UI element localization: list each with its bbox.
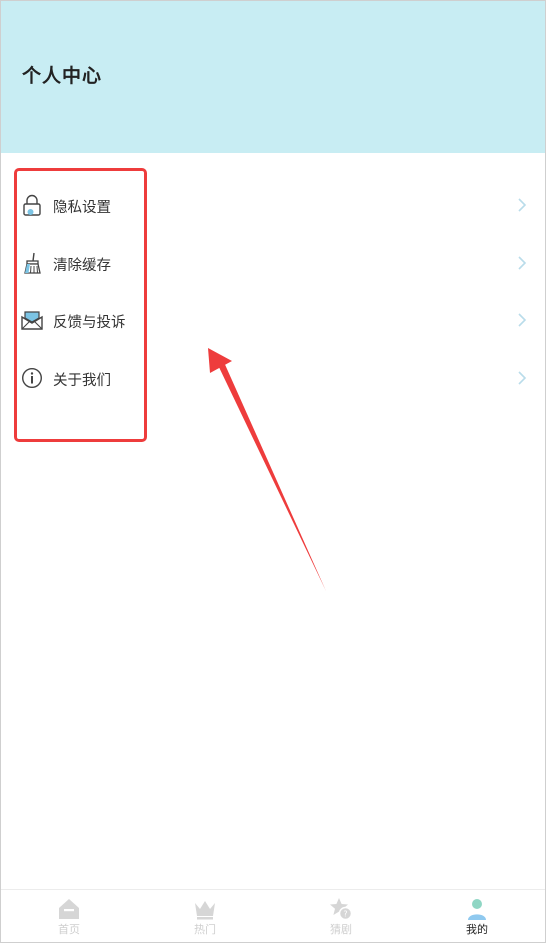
menu-item-privacy-settings[interactable]: 隐私设置 — [1, 177, 545, 235]
chevron-right-icon — [518, 313, 527, 327]
menu-item-feedback[interactable]: 反馈与投诉 — [1, 292, 545, 350]
user-icon — [468, 899, 486, 920]
broom-icon — [24, 252, 41, 274]
tab-label: 热门 — [194, 923, 216, 936]
tab-mine[interactable]: 我的 — [409, 890, 545, 942]
settings-menu: 隐私设置 清除缓存 反馈与投诉 关于我们 — [1, 177, 545, 407]
tab-hot[interactable]: 热门 — [137, 890, 273, 942]
profile-header: 个人中心 — [1, 1, 545, 153]
chevron-right-icon — [518, 198, 527, 212]
menu-item-label: 反馈与投诉 — [53, 315, 126, 331]
tab-label: 我的 — [466, 923, 488, 936]
tab-label: 首页 — [58, 923, 80, 936]
menu-item-label: 关于我们 — [53, 372, 111, 389]
tab-home[interactable]: 首页 — [1, 890, 137, 942]
menu-item-about-us[interactable]: 关于我们 — [1, 350, 545, 408]
bottom-tab-bar: 首页 热门 ? 猜剧 我的 — [1, 889, 545, 942]
lock-icon — [23, 194, 41, 216]
chevron-right-icon — [518, 255, 527, 270]
crown-icon — [195, 901, 215, 920]
menu-item-clear-cache[interactable]: 清除缓存 — [1, 235, 545, 293]
app-screen: 个人中心 隐私设置 清除缓存 反馈与投诉 关于我们 首页 热门 ? 猜剧 我的 — [0, 0, 546, 943]
chevron-right-icon — [518, 370, 527, 385]
info-icon — [21, 367, 43, 388]
home-icon — [59, 899, 79, 919]
menu-item-label: 清除缓存 — [53, 257, 111, 274]
star-badge-icon: ? — [330, 898, 353, 921]
menu-item-label: 隐私设置 — [53, 200, 111, 216]
page-title: 个人中心 — [22, 65, 103, 87]
svg-text:?: ? — [343, 910, 347, 919]
tab-guess[interactable]: ? 猜剧 — [273, 890, 409, 942]
mail-icon — [21, 311, 43, 330]
tab-label: 猜剧 — [330, 923, 352, 936]
